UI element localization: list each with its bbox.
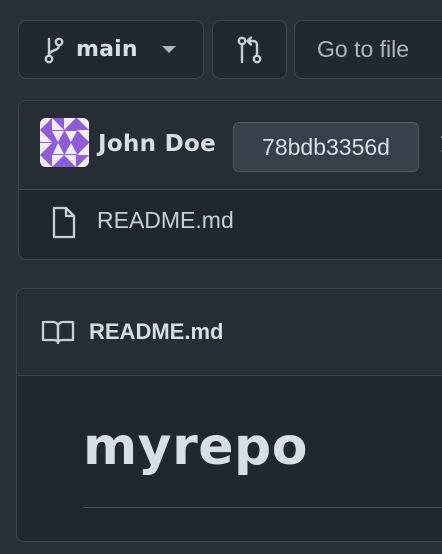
readme-title: README.md: [89, 319, 224, 344]
commit-header: John Doe 78bdb3356d 1: [19, 101, 442, 190]
author-avatar[interactable]: [40, 118, 89, 167]
readme-heading: myrepo: [83, 417, 308, 477]
compare-button[interactable]: [212, 20, 287, 79]
heading-divider: [83, 507, 442, 508]
git-compare-icon: [235, 34, 265, 66]
commit-sha: 78bdb3356d: [262, 133, 390, 160]
file-name-link[interactable]: README.md: [97, 207, 234, 234]
latest-commit-panel: John Doe 78bdb3356d 1 README.md: [18, 100, 442, 260]
readme-panel: README.md myrepo: [16, 288, 442, 542]
go-to-file-button[interactable]: Go to file: [294, 20, 442, 79]
git-branch-icon: [44, 36, 64, 64]
commit-sha-button[interactable]: 78bdb3356d: [233, 122, 419, 172]
book-icon: [41, 319, 75, 346]
triangle-down-icon: [161, 45, 176, 54]
go-to-file-label: Go to file: [317, 36, 410, 62]
branch-name: main: [76, 37, 138, 62]
commit-author[interactable]: John Doe: [98, 131, 216, 157]
file-icon: [50, 205, 78, 241]
branch-selector-button[interactable]: main: [18, 20, 204, 79]
readme-header: README.md: [17, 289, 442, 376]
